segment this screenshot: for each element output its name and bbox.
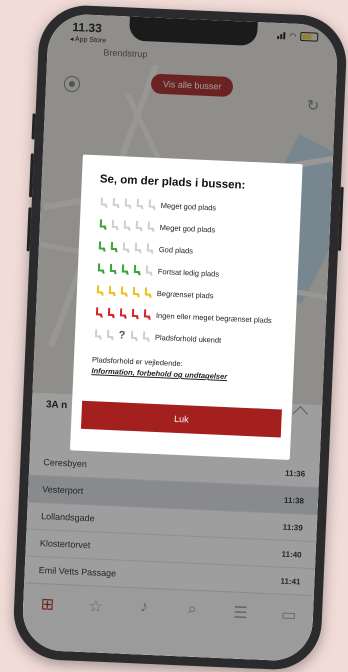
seat-icon <box>122 242 130 253</box>
unknown-icon: ? <box>118 329 126 342</box>
seat-icon <box>98 241 106 252</box>
volume-down-button <box>26 207 32 252</box>
seat-icon <box>145 265 153 276</box>
seat-icon <box>130 330 138 342</box>
seat-availability-modal: Se, om der plads i bussen: Meget god pla… <box>69 154 303 460</box>
legend-row: God plads <box>97 239 285 261</box>
seat-indicator <box>99 196 161 211</box>
seat-indicator <box>95 284 157 299</box>
phone-frame: 11.33 ◂ App Store ◠ Brendstrup Vis alle … <box>11 3 348 672</box>
mute-switch <box>31 113 36 140</box>
seat-indicator <box>96 262 158 277</box>
seat-icon <box>143 309 151 320</box>
seat-icon <box>107 307 115 319</box>
legend-row: Meget god plads <box>98 217 286 239</box>
screen: 11.33 ◂ App Store ◠ Brendstrup Vis alle … <box>21 12 339 663</box>
seat-icon <box>148 199 156 210</box>
seat-icon <box>108 285 116 297</box>
seat-icon <box>120 286 128 297</box>
seat-icon <box>121 264 129 275</box>
legend-row: Fortsat ledig plads <box>96 261 284 283</box>
seat-icon <box>142 331 150 342</box>
legend-label: Meget god plads <box>159 222 216 234</box>
seat-icon <box>136 198 144 210</box>
seat-legend: Meget god plads Meget god plads God plads F… <box>89 195 287 349</box>
close-button[interactable]: Luk <box>80 400 282 438</box>
seat-icon <box>131 308 139 320</box>
seat-icon <box>123 220 131 231</box>
seat-icon <box>147 221 155 232</box>
seat-icon <box>134 242 142 254</box>
seat-icon <box>119 308 127 319</box>
legend-label: Ingen eller meget begrænset plads <box>155 310 272 325</box>
seat-icon <box>97 263 105 274</box>
modal-title: Se, om der plads i bussen: <box>99 173 246 192</box>
legend-label: Fortsat ledig plads <box>157 266 220 279</box>
seat-indicator: ? <box>93 328 155 343</box>
legend-label: God plads <box>158 244 194 255</box>
seat-icon <box>111 219 119 231</box>
legend-row: Begrænset plads <box>95 283 283 305</box>
legend-label: Pladsforhold ukendt <box>154 332 222 345</box>
seat-icon <box>132 286 140 298</box>
seat-icon <box>144 287 152 298</box>
seat-icon <box>133 264 141 276</box>
seat-icon <box>100 197 108 208</box>
seat-icon <box>99 219 107 230</box>
legend-row: Meget god plads <box>99 195 287 217</box>
seat-indicator <box>94 306 156 321</box>
seat-icon <box>112 197 120 209</box>
seat-icon <box>135 220 143 232</box>
legend-row: ? Pladsforhold ukendt <box>93 327 281 349</box>
power-button <box>337 186 344 251</box>
seat-icon <box>106 329 114 341</box>
seat-indicator <box>97 240 159 255</box>
seat-icon <box>109 263 117 275</box>
seat-icon <box>96 285 104 296</box>
seat-icon <box>95 307 103 318</box>
seat-icon <box>124 198 132 209</box>
seat-icon <box>94 329 102 340</box>
seat-icon <box>110 241 118 253</box>
legend-label: Meget god plads <box>160 200 217 212</box>
volume-up-button <box>28 153 34 198</box>
seat-icon <box>146 243 154 254</box>
seat-indicator <box>98 218 160 233</box>
legend-row: Ingen eller meget begrænset plads <box>94 305 282 327</box>
legend-label: Begrænset plads <box>156 288 214 300</box>
